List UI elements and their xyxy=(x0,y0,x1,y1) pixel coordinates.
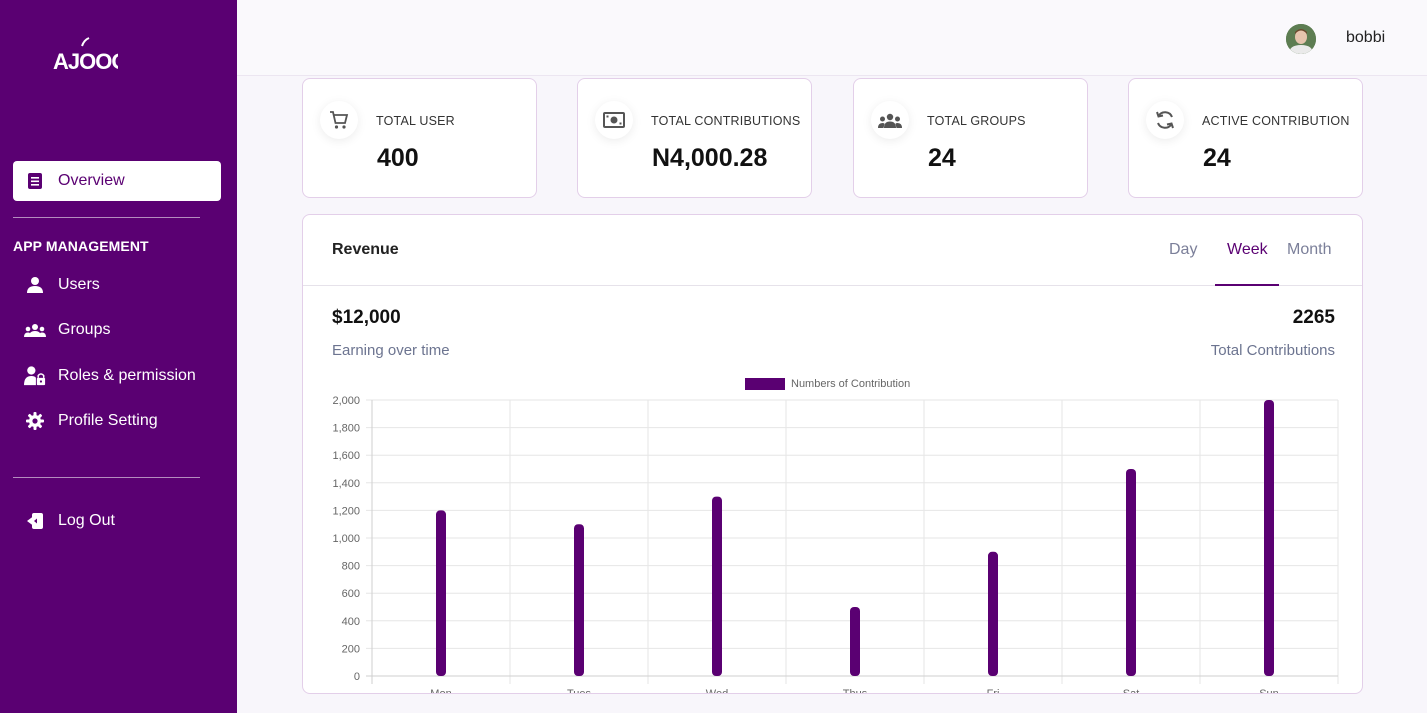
y-tick-label: 1,400 xyxy=(332,478,360,490)
stat-card-total-groups: TOTAL GROUPS 24 xyxy=(853,78,1088,198)
earning-value: $12,000 xyxy=(332,307,401,328)
user-lock-icon xyxy=(24,365,46,387)
groups-icon xyxy=(24,319,46,341)
sidebar: AJOOO Overview APP MANAGEMENT Users Grou… xyxy=(0,0,237,713)
y-tick-label: 2,000 xyxy=(332,395,360,407)
logout-button[interactable]: Log Out xyxy=(24,508,115,534)
revenue-title: Revenue xyxy=(332,241,399,258)
legend-label: Numbers of Contribution xyxy=(791,378,910,390)
earning-label: Earning over time xyxy=(332,342,450,359)
refresh-icon xyxy=(1146,101,1184,139)
y-tick-label: 800 xyxy=(342,561,360,573)
avatar-image xyxy=(1286,24,1316,54)
x-tick-label: Wed xyxy=(706,688,728,694)
x-tick-label: Fri xyxy=(987,688,1000,694)
top-bar xyxy=(237,0,1427,76)
stat-value: 24 xyxy=(1203,144,1231,172)
tab-day[interactable]: Day xyxy=(1169,241,1197,259)
bar-fri xyxy=(988,551,998,676)
sidebar-item-profile-setting[interactable]: Profile Setting xyxy=(24,408,158,434)
y-tick-label: 1,200 xyxy=(332,505,360,517)
logout-label: Log Out xyxy=(58,512,115,529)
section-title: APP MANAGEMENT xyxy=(13,238,149,254)
sidebar-item-groups[interactable]: Groups xyxy=(24,317,110,343)
revenue-panel: Revenue Day Week Month $12,000 Earning o… xyxy=(302,214,1363,694)
bar-sun xyxy=(1264,400,1274,676)
sidebar-item-overview[interactable]: Overview xyxy=(13,161,221,201)
y-tick-label: 1,600 xyxy=(332,450,360,462)
total-contributions-value: 2265 xyxy=(1292,307,1335,328)
sidebar-divider xyxy=(13,477,200,478)
active-tab-indicator xyxy=(1215,284,1279,286)
y-tick-label: 200 xyxy=(342,643,360,655)
y-tick-label: 1,800 xyxy=(332,423,360,435)
sidebar-item-label: Users xyxy=(58,276,100,293)
sidebar-item-label: Roles & permission xyxy=(58,367,196,384)
legend-swatch xyxy=(745,378,785,390)
stat-value: N4,000.28 xyxy=(652,144,768,172)
total-contributions-label: Total Contributions xyxy=(1210,342,1335,359)
tab-month[interactable]: Month xyxy=(1287,241,1331,259)
stat-label: TOTAL USER xyxy=(376,114,455,128)
avatar[interactable] xyxy=(1286,24,1316,54)
logout-icon xyxy=(24,510,46,532)
svg-text:AJOOO: AJOOO xyxy=(53,49,118,74)
stat-card-active-contribution: ACTIVE CONTRIBUTION 24 xyxy=(1128,78,1363,198)
bar-thus xyxy=(850,607,860,676)
y-tick-label: 0 xyxy=(354,671,360,683)
x-tick-label: Thus xyxy=(843,688,868,694)
bar-sat xyxy=(1126,469,1136,676)
bar-wed xyxy=(712,496,722,676)
sidebar-item-label: Profile Setting xyxy=(58,412,158,429)
x-tick-label: Sat xyxy=(1123,688,1140,694)
x-tick-label: Sun xyxy=(1259,688,1279,694)
gear-icon xyxy=(24,410,46,432)
cart-icon xyxy=(320,101,358,139)
ajooo-logo[interactable]: AJOOO xyxy=(52,36,118,76)
groups-icon xyxy=(871,101,909,139)
stat-value: 24 xyxy=(928,144,956,172)
sidebar-item-label: Groups xyxy=(58,321,111,338)
sidebar-item-users[interactable]: Users xyxy=(24,272,100,298)
sidebar-item-label: Overview xyxy=(58,172,125,189)
stat-label: TOTAL CONTRIBUTIONS xyxy=(651,114,801,128)
document-icon xyxy=(27,172,43,190)
sidebar-divider xyxy=(13,217,200,218)
stat-card-total-user: TOTAL USER 400 xyxy=(302,78,537,198)
revenue-header: Revenue Day Week Month xyxy=(303,215,1362,286)
x-tick-label: Tues xyxy=(567,688,592,694)
bar-mon xyxy=(436,510,446,676)
stat-label: ACTIVE CONTRIBUTION xyxy=(1202,114,1350,128)
username[interactable]: bobbi xyxy=(1346,29,1385,47)
y-tick-label: 1,000 xyxy=(332,533,360,545)
revenue-bar-chart: Numbers of Contribution 0 200 400 600 800 1,00… xyxy=(332,378,1339,694)
sidebar-item-roles-permission[interactable]: Roles & permission xyxy=(24,363,196,389)
person-icon xyxy=(24,274,46,296)
tab-week[interactable]: Week xyxy=(1227,241,1268,259)
x-tick-label: Mon xyxy=(430,688,451,694)
y-tick-label: 600 xyxy=(342,588,360,600)
money-icon xyxy=(595,101,633,139)
y-tick-label: 400 xyxy=(342,616,360,628)
stat-value: 400 xyxy=(377,144,419,172)
stat-label: TOTAL GROUPS xyxy=(927,114,1026,128)
bar-tues xyxy=(574,524,584,676)
stat-card-total-contributions: TOTAL CONTRIBUTIONS N4,000.28 xyxy=(577,78,812,198)
